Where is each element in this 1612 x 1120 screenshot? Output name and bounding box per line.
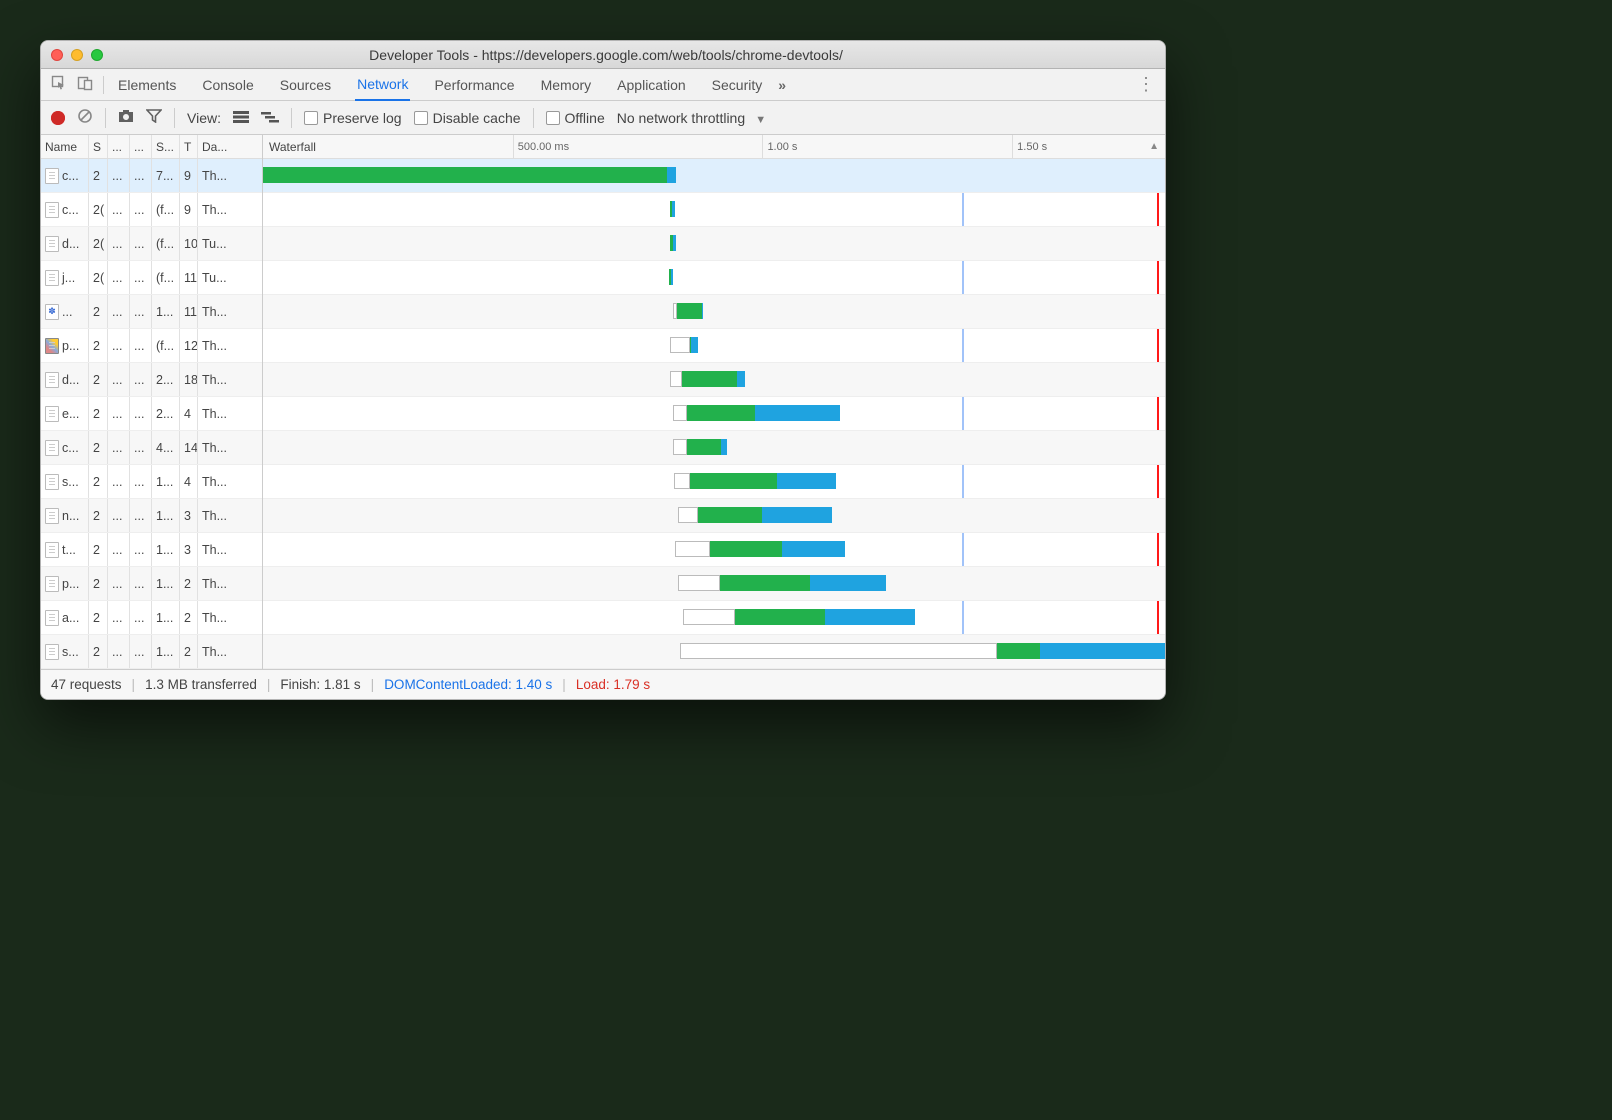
request-row[interactable]: t...2......1...3Th... (41, 533, 262, 567)
time-tick: 1.00 s (762, 135, 797, 158)
tab-application[interactable]: Application (615, 70, 688, 100)
waterfall-row[interactable] (263, 295, 1165, 329)
file-icon (45, 542, 59, 558)
request-row[interactable]: n...2......1...3Th... (41, 499, 262, 533)
file-icon (45, 304, 59, 320)
col-time[interactable]: T (180, 135, 198, 158)
waterfall-row[interactable] (263, 329, 1165, 363)
waterfall-row[interactable] (263, 363, 1165, 397)
waterfall-row[interactable] (263, 601, 1165, 635)
file-icon (45, 576, 59, 592)
more-tabs-icon[interactable]: » (778, 77, 786, 93)
disable-cache-checkbox[interactable]: Disable cache (414, 110, 521, 126)
col-size[interactable]: S... (152, 135, 180, 158)
tab-network[interactable]: Network (355, 69, 410, 101)
record-icon[interactable] (51, 111, 65, 125)
file-icon (45, 202, 59, 218)
network-toolbar: View: Preserve log Disable cache Offline… (41, 101, 1165, 135)
request-row[interactable]: p...2......(f...12Th... (41, 329, 262, 363)
large-rows-icon[interactable] (233, 110, 249, 126)
filter-icon[interactable] (146, 109, 162, 126)
waterfall-row[interactable] (263, 193, 1165, 227)
file-icon (45, 338, 59, 354)
tab-memory[interactable]: Memory (539, 70, 594, 100)
waterfall-row[interactable] (263, 567, 1165, 601)
request-row[interactable]: c...2......7...9Th... (41, 159, 262, 193)
request-row[interactable]: a...2......1...2Th... (41, 601, 262, 635)
menu-icon[interactable]: ⋮ (1137, 74, 1155, 95)
window-title: Developer Tools - https://developers.goo… (57, 47, 1155, 63)
col-status[interactable]: S (89, 135, 108, 158)
overview-icon[interactable] (261, 110, 279, 126)
waterfall-row[interactable] (263, 397, 1165, 431)
request-row[interactable]: c...2(......(f...9Th... (41, 193, 262, 227)
status-finish: Finish: 1.81 s (280, 677, 360, 692)
col-waterfall[interactable]: Waterfall ▲ 500.00 ms1.00 s1.50 s (263, 135, 1165, 159)
request-row[interactable]: d...2(......(f...10Tu... (41, 227, 262, 261)
col-initiator[interactable]: ... (130, 135, 152, 158)
time-tick: 500.00 ms (513, 135, 569, 158)
request-row[interactable]: ...2......1...11Th... (41, 295, 262, 329)
file-icon (45, 610, 59, 626)
request-row[interactable]: p...2......1...2Th... (41, 567, 262, 601)
status-load: Load: 1.79 s (576, 677, 650, 692)
file-icon (45, 168, 59, 184)
waterfall-row[interactable] (263, 227, 1165, 261)
status-bar: 47 requests | 1.3 MB transferred | Finis… (41, 669, 1165, 699)
file-icon (45, 440, 59, 456)
network-grid: Name S ... ... S... T Da... c...2......7… (41, 135, 1165, 669)
waterfall-row[interactable] (263, 261, 1165, 295)
clear-icon[interactable] (77, 108, 93, 127)
waterfall-row[interactable] (263, 635, 1165, 669)
offline-checkbox[interactable]: Offline (546, 110, 605, 126)
column-headers: Name S ... ... S... T Da... (41, 135, 262, 159)
status-dcl: DOMContentLoaded: 1.40 s (384, 677, 552, 692)
file-icon (45, 474, 59, 490)
col-type[interactable]: ... (108, 135, 130, 158)
tab-console[interactable]: Console (200, 70, 255, 100)
file-icon (45, 372, 59, 388)
main-tabs: Elements Console Sources Network Performance… (41, 69, 1165, 101)
capture-screenshot-icon[interactable] (118, 109, 134, 126)
status-transferred: 1.3 MB transferred (145, 677, 257, 692)
waterfall-row[interactable] (263, 533, 1165, 567)
view-label: View: (187, 110, 221, 126)
titlebar: Developer Tools - https://developers.goo… (41, 41, 1165, 69)
file-icon (45, 236, 59, 252)
device-toggle-icon[interactable] (77, 75, 93, 94)
throttle-select[interactable]: No network throttling ▼ (617, 110, 766, 126)
request-row[interactable]: s...2......1...4Th... (41, 465, 262, 499)
file-icon (45, 270, 59, 286)
tab-elements[interactable]: Elements (116, 70, 178, 100)
tab-performance[interactable]: Performance (432, 70, 516, 100)
request-row[interactable]: e...2......2...4Th... (41, 397, 262, 431)
tab-security[interactable]: Security (710, 70, 765, 100)
preserve-log-checkbox[interactable]: Preserve log (304, 110, 402, 126)
status-requests: 47 requests (51, 677, 122, 692)
col-name[interactable]: Name (41, 135, 89, 158)
waterfall-row[interactable] (263, 431, 1165, 465)
waterfall-row[interactable] (263, 499, 1165, 533)
tab-sources[interactable]: Sources (278, 70, 333, 100)
request-row[interactable]: j...2(......(f...11Tu... (41, 261, 262, 295)
request-row[interactable]: s...2......1...2Th... (41, 635, 262, 669)
file-icon (45, 644, 59, 660)
sort-asc-icon: ▲ (1149, 141, 1159, 152)
waterfall-row[interactable] (263, 159, 1165, 193)
request-row[interactable]: d...2......2...18Th... (41, 363, 262, 397)
inspect-icon[interactable] (51, 75, 67, 94)
request-row[interactable]: c...2......4...14Th... (41, 431, 262, 465)
file-icon (45, 406, 59, 422)
waterfall-row[interactable] (263, 465, 1165, 499)
col-date[interactable]: Da... (198, 135, 262, 158)
file-icon (45, 508, 59, 524)
time-tick: 1.50 s (1012, 135, 1047, 158)
devtools-window: Developer Tools - https://developers.goo… (40, 40, 1166, 700)
